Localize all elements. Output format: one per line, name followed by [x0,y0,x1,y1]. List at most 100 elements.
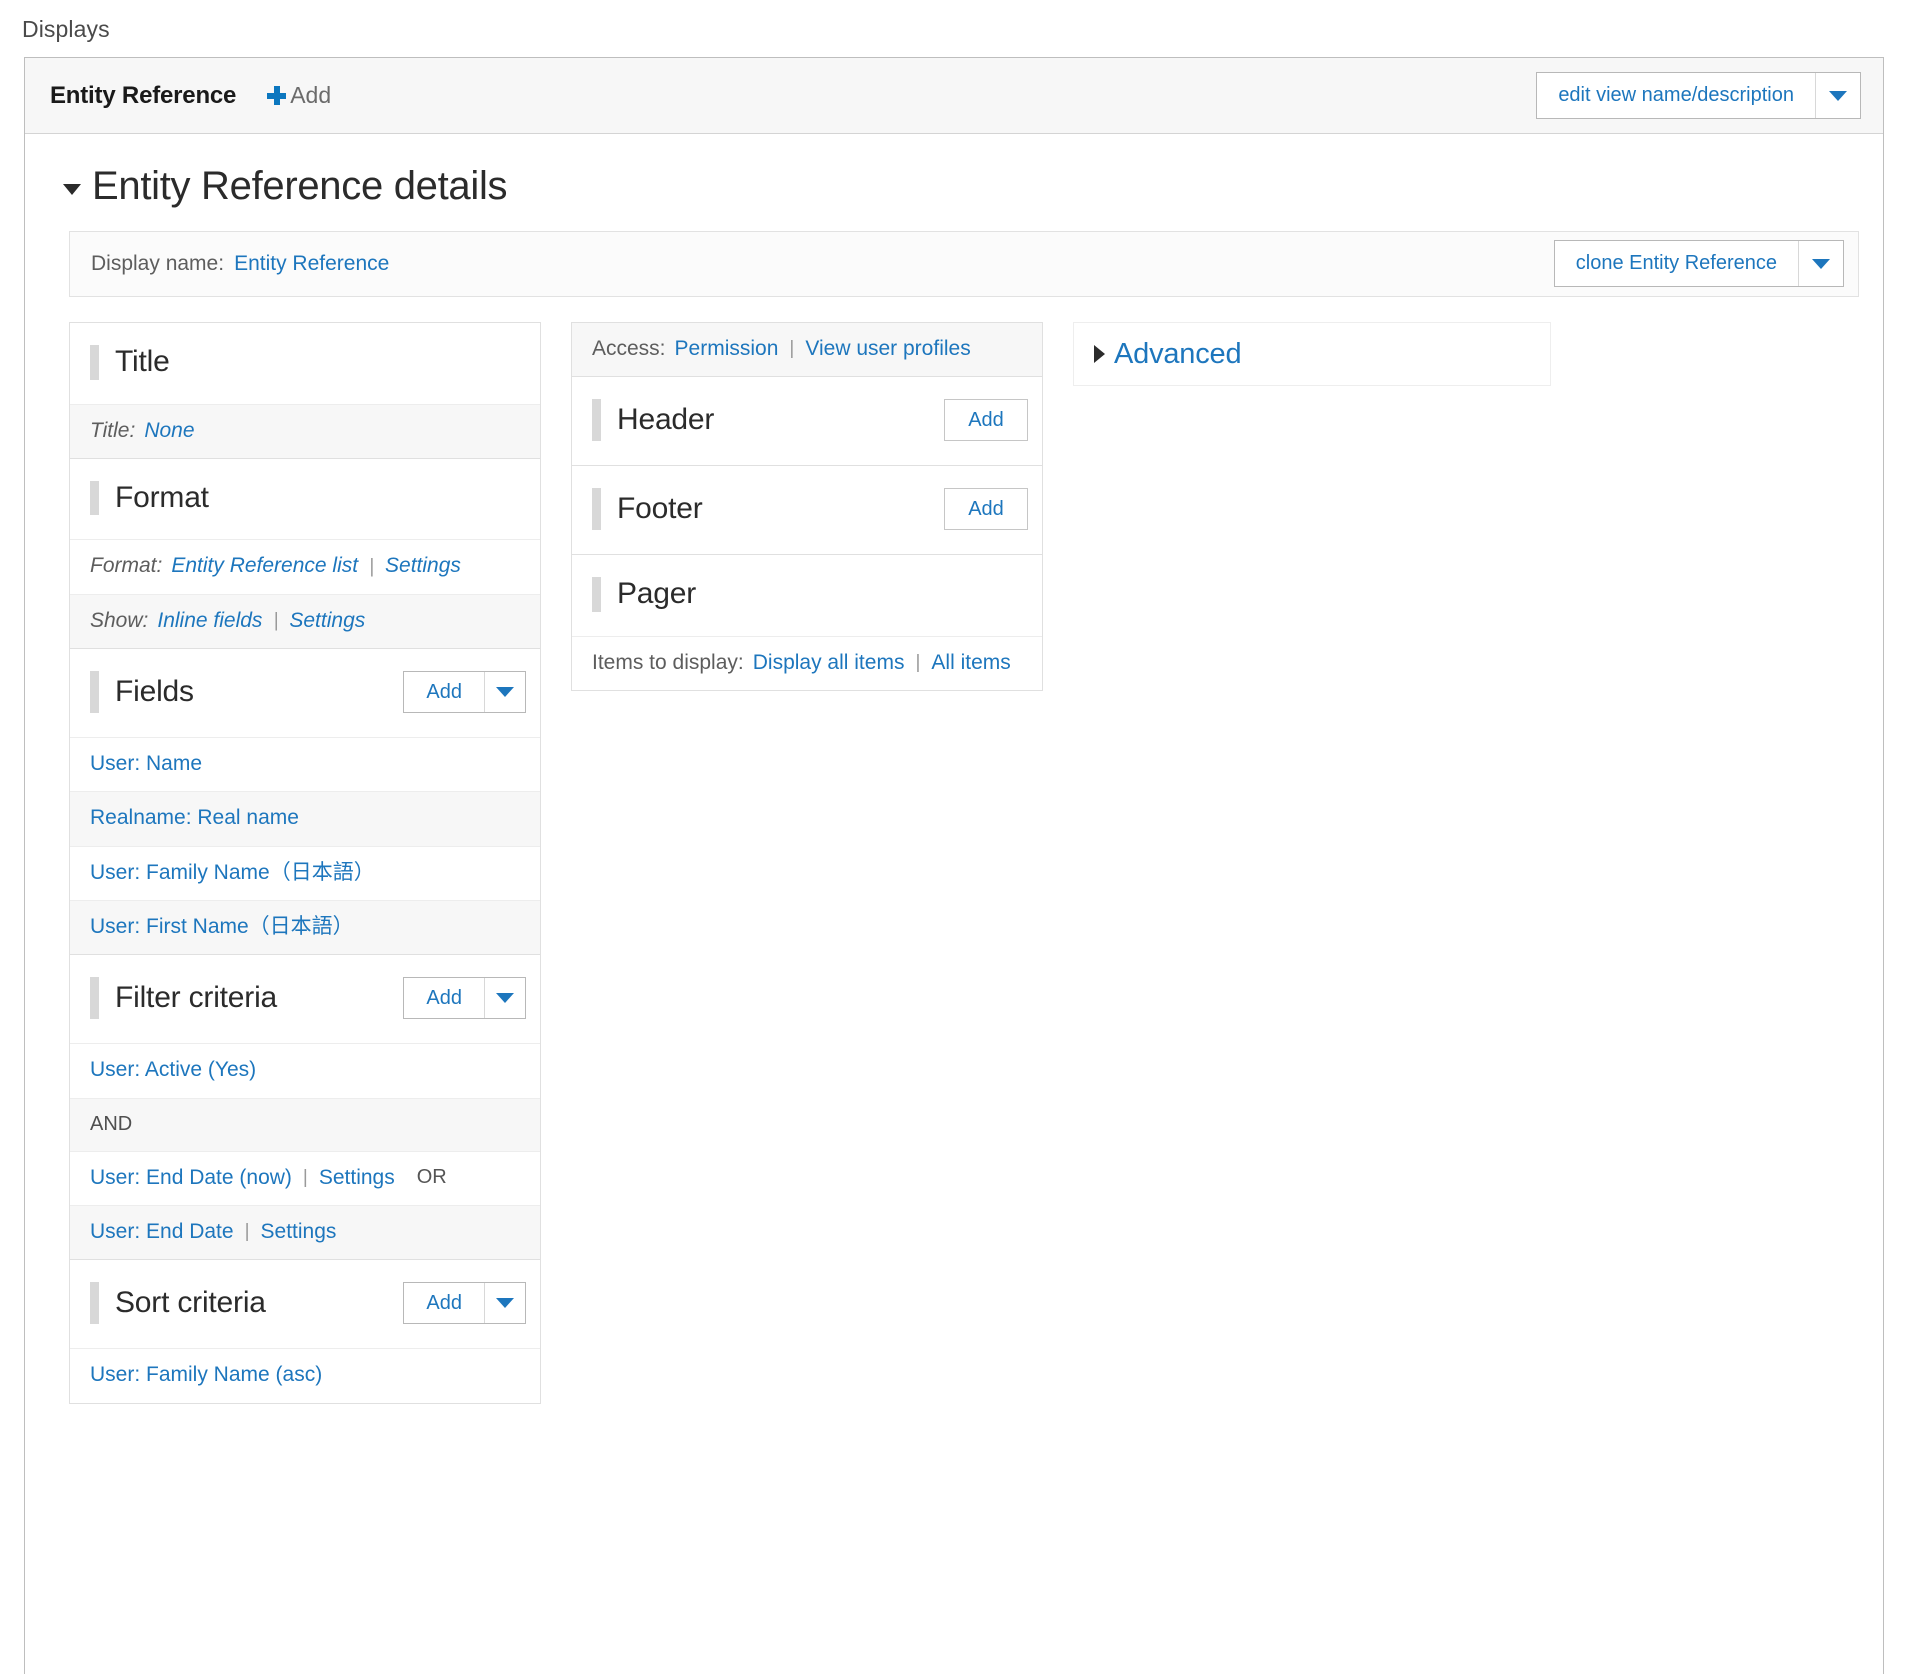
chevron-down-icon [496,1298,514,1309]
triangle-down-icon[interactable] [63,184,81,195]
bucket-header: Header Add [571,377,1043,467]
row-separator: | [915,652,921,674]
bucket-header-header: Header Add [572,377,1042,465]
bucket-title-header: Header [617,403,715,437]
add-button-fields[interactable]: Add [404,672,484,712]
add-toggle-sort-criteria[interactable] [484,1283,525,1324]
add-toggle-filter-criteria[interactable] [484,978,525,1019]
row-link[interactable]: Settings [261,1218,337,1246]
row-link[interactable]: User: First Name（日本語） [90,913,354,941]
row-label: Show: [90,608,149,632]
advanced-section[interactable]: Advanced [1073,322,1551,386]
access-row: Access: Permission | View user profiles [572,323,1042,377]
clone-display-toggle[interactable] [1798,241,1843,286]
bucket-header-pager: Pager [572,555,1042,636]
edit-view-name-dropbutton[interactable]: edit view name/description [1536,72,1861,119]
row-link[interactable]: Settings [289,607,365,635]
edit-view-name-toggle[interactable] [1815,73,1860,118]
row-link[interactable]: User: Active (Yes) [90,1056,256,1084]
access-bucket: Access: Permission | View user profiles [571,322,1043,378]
add-button-filter-criteria[interactable]: Add [404,978,484,1018]
bucket-row: User: Family Name（日本語） [70,845,540,901]
bucket-accent-bar [90,671,99,714]
display-settings-body: Entity Reference details Display name: E… [25,134,1883,1404]
clone-dropbutton-wrap: clone Entity Reference [1553,240,1844,287]
add-button-sort-criteria[interactable]: Add [404,1283,484,1323]
add-toggle-fields[interactable] [484,672,525,713]
display-name-label: Display name: [91,252,225,275]
bucket-header-title: Title [70,323,540,404]
bucket-format: Format Format: Entity Reference list | Setti… [69,458,541,650]
bucket-row: User: End Date (now) | Settings OR [70,1150,540,1206]
add-dropbutton-sort-criteria[interactable]: Add [403,1282,526,1325]
views-edit-container: Entity Reference Add edit view name/desc… [24,57,1884,1674]
bucket-row: Items to display: Display all items | All i… [572,635,1042,691]
row-link[interactable]: All items [931,649,1010,677]
clone-display-button[interactable]: clone Entity Reference [1555,241,1798,286]
row-link[interactable]: Inline fields [157,607,262,635]
bucket-header-format: Format [70,459,540,540]
bucket-row: Title: None [70,403,540,458]
row-link[interactable]: Permission [675,335,779,363]
display-tabs-bar: Entity Reference Add edit view name/desc… [25,58,1883,134]
bucket-row: AND [70,1097,540,1151]
triangle-right-icon[interactable] [1094,345,1105,363]
bucket-accent-bar [90,977,99,1020]
row-label: Format: [90,554,163,578]
bucket-title: Title Title: None [69,322,541,459]
bucket-title-footer: Footer [617,492,703,526]
row-link[interactable]: Settings [319,1164,395,1192]
row-link[interactable]: User: Family Name (asc) [90,1361,322,1389]
row-separator: | [789,338,795,360]
row-link[interactable]: User: Family Name（日本語） [90,859,375,887]
bucket-row: Show: Inline fields | Settings [70,593,540,649]
row-separator: | [369,555,375,577]
settings-column-third: Advanced [1073,322,1551,386]
add-button-footer[interactable]: Add [944,488,1028,531]
bucket-title-format: Format [115,480,209,514]
row-link[interactable]: User: End Date (now) [90,1164,292,1192]
tab-entity-reference[interactable]: Entity Reference [50,82,236,110]
row-label: Title: [90,418,136,442]
row-link[interactable]: Entity Reference list [171,552,358,580]
chevron-down-icon [1829,90,1847,101]
row-link[interactable]: Realname: Real name [90,804,299,832]
edit-view-name-dropbutton-wrap: edit view name/description [1536,72,1861,119]
settings-column-first: Title Title: None Format Format: Entity Refer… [69,322,541,1404]
bucket-row: User: Family Name (asc) [70,1348,540,1403]
display-name-value-link[interactable]: Entity Reference [234,252,389,276]
edit-view-name-button[interactable]: edit view name/description [1537,73,1815,118]
row-link[interactable]: View user profiles [805,335,970,363]
bucket-header-filter-criteria: Filter criteria Add [70,955,540,1043]
chevron-down-icon [496,993,514,1004]
bucket-accent-bar [90,480,99,516]
row-link[interactable]: None [144,417,194,445]
row-link[interactable]: User: Name [90,750,202,778]
add-dropbutton-fields[interactable]: Add [403,671,526,714]
advanced-label[interactable]: Advanced [1114,338,1242,371]
bucket-accent-bar [90,345,99,380]
bucket-accent-bar [592,577,601,612]
row-label: Access: [592,337,666,360]
details-heading: Entity Reference details [92,164,508,208]
row-link[interactable]: User: End Date [90,1218,234,1246]
row-link[interactable]: Display all items [753,649,905,677]
bucket-sort-criteria: Sort criteria Add User: Family Name (asc) [69,1260,541,1404]
bucket-row: Format: Entity Reference list | Settings [70,539,540,594]
plus-icon [267,86,287,105]
clone-display-dropbutton[interactable]: clone Entity Reference [1553,240,1844,287]
row-separator: | [302,1167,308,1189]
displays-label: Displays [22,16,110,42]
add-display-button[interactable]: Add [267,82,331,109]
bucket-accent-bar [592,488,601,531]
bucket-row: User: End Date | Settings [70,1205,540,1260]
row-link[interactable]: Settings [385,552,461,580]
bucket-header-fields: Fields Add [70,649,540,737]
chevron-down-icon [1812,258,1830,269]
bucket-fields: Fields Add User: Name Realname: Real name Us… [69,649,541,956]
bucket-title-pager: Pager [617,577,697,611]
bucket-accent-bar [592,399,601,442]
bucket-title-fields: Fields [115,674,194,708]
add-dropbutton-filter-criteria[interactable]: Add [403,977,526,1020]
add-button-header[interactable]: Add [944,399,1028,442]
